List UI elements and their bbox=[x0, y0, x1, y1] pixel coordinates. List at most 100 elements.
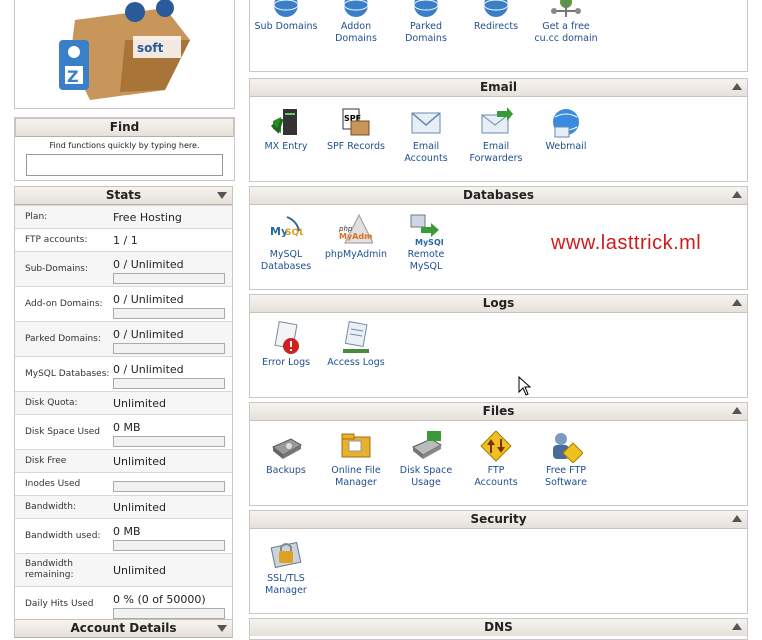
item-label: Webmail bbox=[545, 141, 587, 152]
stats-row: Disk Quota: Unlimited bbox=[15, 391, 232, 414]
files-item[interactable]: FTP Accounts bbox=[460, 429, 532, 489]
logs-header[interactable]: Logs bbox=[250, 295, 747, 313]
envelope-icon bbox=[408, 105, 444, 139]
usage-bar bbox=[113, 308, 225, 319]
backup-disk-icon bbox=[268, 429, 304, 463]
email-item[interactable]: Email Accounts bbox=[390, 105, 462, 165]
ssl-icon bbox=[268, 537, 304, 571]
stats-table: Plan: Free Hosting FTP accounts: 1 / 1 Sub-D… bbox=[14, 205, 233, 622]
domains-item[interactable]: WWW AddonDomains bbox=[320, 0, 392, 45]
folder-icon bbox=[338, 429, 374, 463]
item-label-line2: Manager bbox=[335, 477, 377, 488]
usage-bar bbox=[113, 343, 225, 354]
stats-row-value: Unlimited bbox=[113, 563, 166, 577]
email-group: Email MX Entry SPF SPF Records Email Account… bbox=[249, 78, 748, 182]
phpmyadmin-icon: phpMyAdmin bbox=[338, 213, 374, 247]
logs-item[interactable]: Access Logs bbox=[320, 321, 392, 369]
logs-title: Logs bbox=[482, 296, 515, 310]
security-group: Security SSL/TLS Manager bbox=[249, 510, 748, 614]
collapse-triangle-icon[interactable] bbox=[732, 299, 742, 306]
files-item[interactable]: Online File Manager bbox=[320, 429, 392, 489]
collapse-triangle-icon[interactable] bbox=[732, 191, 742, 198]
item-label: Online File bbox=[331, 465, 381, 476]
domains-item[interactable]: WWW Sub Domains bbox=[250, 0, 322, 33]
email-item[interactable]: Email Forwarders bbox=[460, 105, 532, 165]
databases-item[interactable]: My SQL MySQL Databases bbox=[250, 213, 322, 273]
item-label: phpMyAdmin bbox=[324, 249, 388, 260]
item-label-line2: Accounts bbox=[404, 153, 448, 164]
domains-item[interactable]: WWW ParkedDomains bbox=[390, 0, 462, 45]
usage-bar bbox=[113, 436, 225, 447]
dns-header[interactable]: DNS bbox=[250, 619, 747, 636]
stats-row-value: 0 MB bbox=[113, 525, 141, 538]
files-item[interactable]: Disk Space Usage bbox=[390, 429, 462, 489]
usage-bar bbox=[113, 608, 225, 619]
item-label: MySQL bbox=[269, 249, 303, 260]
domains-item[interactable]: WWW Redirects bbox=[460, 0, 532, 33]
usage-bar bbox=[113, 540, 225, 551]
item-label: MX Entry bbox=[264, 141, 308, 152]
stats-row-value: 0 % (0 of 50000) bbox=[113, 593, 206, 606]
stats-row-value: 0 / Unlimited bbox=[113, 293, 184, 306]
stats-row: Parked Domains: 0 / Unlimited bbox=[15, 321, 232, 356]
softaculous-box-icon: soft Z bbox=[59, 0, 190, 100]
databases-item[interactable]: phpMyAdmin phpMyAdmin bbox=[320, 213, 392, 261]
databases-item[interactable]: MySQL Remote MySQL bbox=[390, 213, 462, 273]
stats-panel: Stats Plan: Free Hosting FTP accounts: 1 / … bbox=[14, 186, 233, 622]
stats-row-label: MySQL Databases: bbox=[25, 368, 110, 379]
security-header[interactable]: Security bbox=[250, 511, 747, 529]
softaculous-logo: soft Z bbox=[14, 0, 235, 109]
www-globe-icon: WWW bbox=[408, 0, 444, 19]
security-item[interactable]: SSL/TLS Manager bbox=[250, 537, 322, 597]
stats-row-value: Unlimited bbox=[113, 396, 166, 410]
stats-row: Inodes Used bbox=[15, 472, 232, 495]
item-label-line2: MySQL bbox=[409, 261, 443, 272]
disk-usage-icon bbox=[408, 429, 444, 463]
collapse-triangle-icon[interactable] bbox=[732, 515, 742, 522]
email-item[interactable]: Webmail bbox=[530, 105, 602, 153]
stats-header[interactable]: Stats bbox=[14, 186, 233, 205]
find-input[interactable] bbox=[26, 154, 223, 176]
files-header[interactable]: Files bbox=[250, 403, 747, 421]
stats-row-label: Bandwidth: bbox=[25, 501, 76, 512]
stats-row-value: Unlimited bbox=[113, 454, 166, 468]
access-log-icon bbox=[338, 321, 374, 355]
svg-text:MySQL: MySQL bbox=[415, 238, 443, 247]
find-panel: Find Find functions quickly by typing he… bbox=[14, 117, 235, 181]
account-details-title: Account Details bbox=[70, 621, 177, 635]
item-label-line2: Forwarders bbox=[469, 153, 523, 164]
email-item[interactable]: SPF SPF Records bbox=[320, 105, 392, 153]
item-label-line2: Software bbox=[545, 477, 587, 488]
email-header[interactable]: Email bbox=[250, 79, 747, 97]
www-globe-icon: WWW bbox=[338, 0, 374, 19]
stats-row-label: Bandwidth remaining: bbox=[25, 559, 74, 580]
collapse-triangle-icon[interactable] bbox=[732, 407, 742, 414]
email-title: Email bbox=[479, 80, 518, 94]
stats-row-value: 0 / Unlimited bbox=[113, 363, 184, 376]
databases-header[interactable]: Databases bbox=[250, 187, 747, 205]
collapse-triangle-icon[interactable] bbox=[217, 192, 227, 199]
files-item[interactable]: Free FTP Software bbox=[530, 429, 602, 489]
usage-bar bbox=[113, 481, 225, 492]
item-label: Redirects bbox=[473, 21, 519, 32]
domains-item[interactable]: Get a free cu.cc domain bbox=[530, 0, 602, 45]
collapse-triangle-icon[interactable] bbox=[732, 83, 742, 90]
item-label: Error Logs bbox=[261, 357, 311, 368]
stats-row: Disk Free Unlimited bbox=[15, 449, 232, 472]
item-label: FTP bbox=[487, 465, 505, 476]
webmail-globe-icon bbox=[548, 105, 584, 139]
logs-item[interactable]: Error Logs bbox=[250, 321, 322, 369]
files-item[interactable]: Backups bbox=[250, 429, 322, 477]
stats-row-label: Bandwidth used: bbox=[25, 530, 101, 541]
logs-group: Logs Error Logs Access Logs bbox=[249, 294, 748, 398]
email-item[interactable]: MX Entry bbox=[250, 105, 322, 153]
stats-row: MySQL Databases: 0 / Unlimited bbox=[15, 356, 232, 391]
stats-row-label: Disk Free bbox=[25, 455, 67, 466]
item-label: Access Logs bbox=[327, 357, 385, 368]
stats-row: FTP accounts: 1 / 1 bbox=[15, 228, 232, 251]
svg-text:SQL: SQL bbox=[285, 228, 303, 238]
item-label: SPF Records bbox=[326, 141, 386, 152]
network-icon bbox=[548, 0, 584, 19]
stats-row-label: Sub-Domains: bbox=[25, 263, 89, 274]
stats-row-label: Add-on Domains: bbox=[25, 298, 103, 309]
